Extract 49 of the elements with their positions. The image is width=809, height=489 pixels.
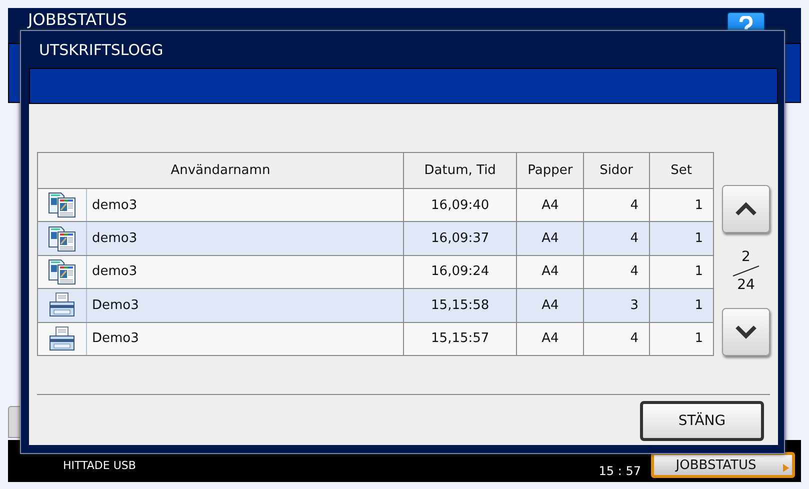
table-cell: 16,09:37 — [403, 222, 517, 256]
table-cell: 16,09:40 — [403, 188, 517, 222]
documents-icon — [47, 258, 77, 286]
documents-icon — [47, 191, 77, 220]
table-cell: A4 — [516, 288, 584, 322]
table-cell: 1 — [649, 255, 714, 289]
table-cell: 1 — [649, 288, 714, 322]
page-number: 2 — [742, 248, 750, 264]
scroll-down-button[interactable] — [722, 308, 770, 356]
table-cell: 4 — [584, 322, 650, 356]
column-header: Datum, Tid — [403, 152, 517, 188]
chevron-up-icon — [734, 202, 758, 216]
table-cell: A4 — [516, 188, 584, 222]
table-cell: 1 — [649, 188, 714, 222]
table-cell: A4 — [516, 322, 584, 356]
scroll-up-button[interactable] — [722, 185, 770, 233]
chevron-down-icon — [734, 325, 758, 339]
table-cell: 15,15:57 — [403, 322, 517, 356]
table-cell: 1 — [649, 322, 714, 356]
documents-icon — [47, 224, 77, 253]
table-cell: 16,09:24 — [403, 255, 517, 289]
table-cell: Demo3 — [86, 322, 404, 356]
job-status-button[interactable]: JOBBSTATUS — [651, 452, 795, 478]
table-cell: Demo3 — [86, 288, 404, 322]
table-cell: 15,15:58 — [403, 288, 517, 322]
column-header: Sidor — [584, 152, 650, 188]
page-total: 24 — [737, 276, 755, 292]
column-header: Set — [649, 152, 714, 188]
table-cell: A4 — [516, 222, 584, 256]
table-cell: 3 — [584, 288, 650, 322]
table-cell: demo3 — [86, 222, 404, 256]
status-message: HITTADE USB — [63, 459, 137, 474]
column-header: Papper — [516, 152, 584, 188]
table-cell: 1 — [649, 222, 714, 256]
table-cell: 4 — [584, 222, 650, 256]
printer-icon — [48, 292, 76, 318]
triangle-icon — [783, 464, 789, 472]
screen-title: JOBBSTATUS — [28, 9, 128, 29]
table-cell: A4 — [516, 255, 584, 289]
table-cell: demo3 — [86, 255, 404, 289]
table-cell: 4 — [584, 255, 650, 289]
table-cell: demo3 — [86, 188, 404, 222]
dialog-title: UTSKRIFTSLOGG — [38, 40, 164, 61]
time-text: 15 : 57 — [598, 464, 641, 478]
table-cell: 4 — [584, 188, 650, 222]
close-button[interactable]: STÄNG — [640, 401, 764, 441]
column-header: Användarnamn — [38, 152, 404, 188]
printer-icon — [48, 326, 76, 352]
slash-icon — [732, 264, 760, 276]
